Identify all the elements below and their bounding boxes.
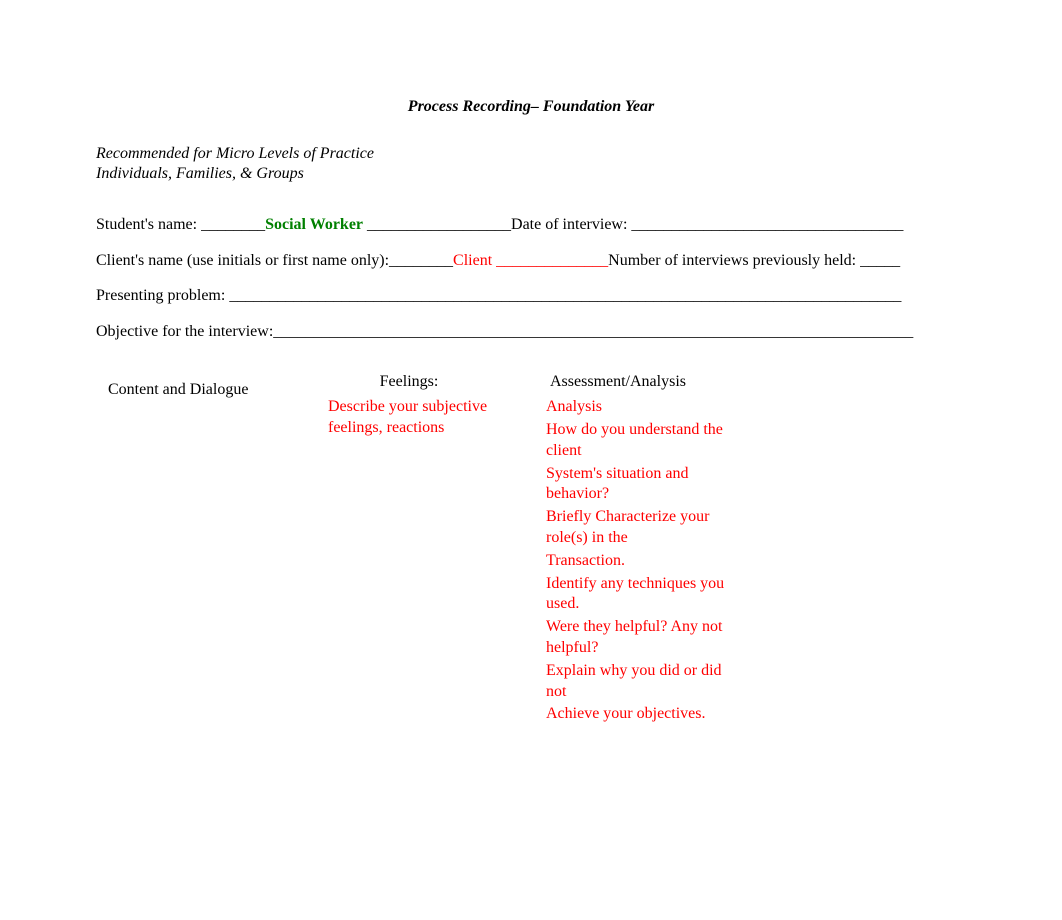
objective-line: Objective for the interview:____________…	[96, 319, 966, 345]
student-date-line: Student's name: ________Social Worker __…	[96, 212, 966, 238]
recommended-block: Recommended for Micro Levels of Practice…	[96, 144, 966, 184]
col3-p4: Briefly Characterize your role(s) in the	[546, 507, 742, 549]
col2-header: Feelings:	[328, 372, 530, 393]
col3-p8: Explain why you did or did not	[546, 661, 742, 703]
student-label: Student's name: ________	[96, 216, 265, 233]
col3-p3: System's situation and behavior?	[546, 464, 742, 506]
recommended-line1: Recommended for Micro Levels of Practice	[96, 144, 966, 164]
col3-p5: Transaction.	[546, 551, 742, 572]
col2-body: Describe your subjective feelings, react…	[328, 397, 530, 439]
student-value: Social Worker	[265, 216, 363, 233]
recommended-line2: Individuals, Families, & Groups	[96, 164, 966, 184]
recording-table: Content and Dialogue Feelings: Describe …	[96, 362, 966, 737]
student-after-blank: __________________	[363, 216, 511, 233]
col3-p7: Were they helpful? Any not helpful?	[546, 617, 742, 659]
col-empty	[750, 362, 966, 737]
col3-p9: Achieve your objectives.	[546, 704, 742, 725]
num-interviews: Number of interviews previously held: __…	[608, 252, 900, 269]
col3-p2: How do you understand the client	[546, 420, 742, 462]
col3-body: Analysis How do you understand the clien…	[546, 397, 742, 725]
col3-p1: Analysis	[546, 397, 742, 418]
client-label: Client's name (use initials or first nam…	[96, 252, 453, 269]
client-value: Client ______________	[453, 252, 608, 269]
col-assessment: Assessment/Analysis Analysis How do you …	[538, 362, 750, 737]
col-feelings: Feelings: Describe your subjective feeli…	[320, 362, 538, 737]
col3-p6: Identify any techniques you used.	[546, 574, 742, 616]
presenting-problem-line: Presenting problem: ____________________…	[96, 283, 966, 309]
col-content-dialogue: Content and Dialogue	[96, 362, 320, 737]
col1-header: Content and Dialogue	[108, 380, 312, 401]
col3-header: Assessment/Analysis	[546, 372, 742, 393]
document-title: Process Recording– Foundation Year	[96, 98, 966, 116]
client-interviews-line: Client's name (use initials or first nam…	[96, 248, 966, 274]
date-label: Date of interview: _____________________…	[511, 216, 903, 233]
